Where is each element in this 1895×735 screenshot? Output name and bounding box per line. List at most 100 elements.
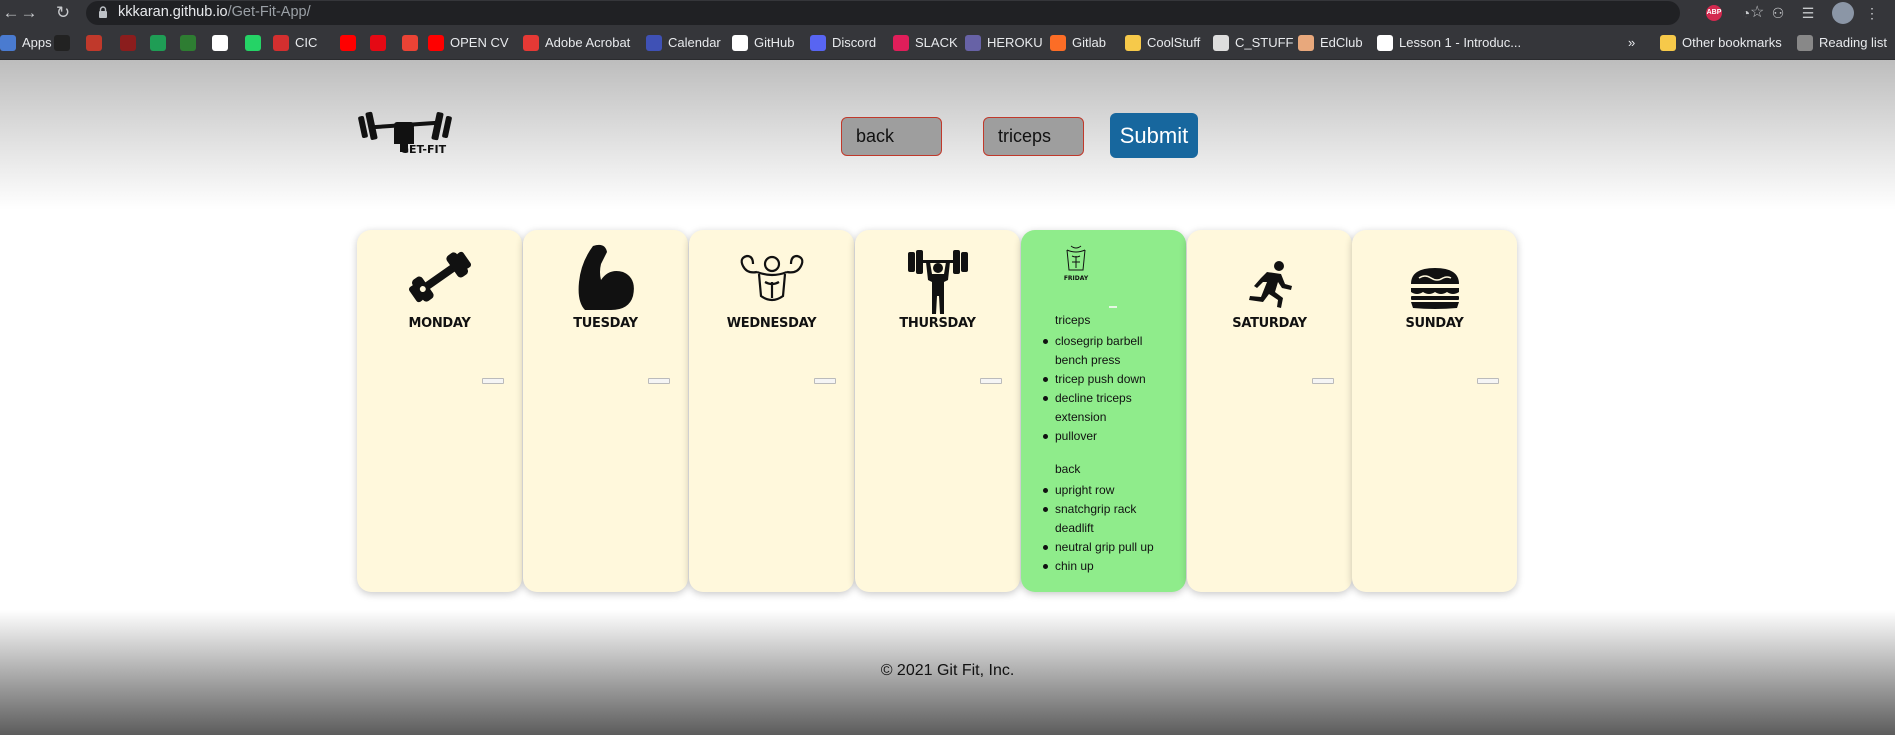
other-bookmarks[interactable]: Other bookmarks: [1660, 26, 1782, 60]
bookmark-item[interactable]: [54, 26, 76, 60]
menu-kebab-icon[interactable]: ⋮: [1862, 3, 1882, 23]
bookmark-item[interactable]: SLACK: [893, 26, 958, 60]
workout-list: triceps closegrip barbell bench press tr…: [1043, 311, 1165, 576]
bookmark-label: SLACK: [915, 35, 958, 50]
day-name: TUESDAY: [573, 316, 638, 331]
extension-clock-icon[interactable]: ◔: [1736, 3, 1756, 23]
bookmark-item[interactable]: OPEN CV: [428, 26, 509, 60]
url-text: kkkaran.github.io/Get-Fit-App/: [118, 4, 311, 20]
page-content: GET-FIT Submit MONDAY TUESDAY: [0, 60, 1895, 735]
reading-list-icon: [1797, 35, 1813, 51]
bookmark-item[interactable]: [150, 26, 172, 60]
bookmark-item[interactable]: [402, 26, 424, 60]
bookmark-item[interactable]: [245, 26, 267, 60]
day-card-monday[interactable]: MONDAY: [357, 230, 522, 592]
bookmark-item[interactable]: Adobe Acrobat: [523, 26, 630, 60]
reading-list[interactable]: Reading list: [1797, 26, 1887, 60]
day-card-friday[interactable]: FRIDAY triceps closegrip barbell bench p…: [1021, 230, 1186, 592]
bookmark-favicon-icon: [1125, 35, 1141, 51]
bookmark-item[interactable]: [86, 26, 108, 60]
bookmark-item[interactable]: CoolStuff: [1125, 26, 1200, 60]
flexed-arm-icon: [578, 244, 634, 310]
adblock-plus-icon[interactable]: ABP: [1706, 5, 1722, 21]
day-card-tuesday[interactable]: TUESDAY: [523, 230, 688, 592]
bookmark-favicon-icon: [1050, 35, 1066, 51]
bookmark-favicon-icon: [86, 35, 102, 51]
bookmark-favicon-icon: [180, 35, 196, 51]
browser-toolbar: ← → ↻ kkkaran.github.io/Get-Fit-App/ ☆ A…: [0, 0, 1895, 26]
broken-image-icon: [1312, 378, 1334, 384]
lock-icon: [99, 6, 107, 18]
bookmark-item[interactable]: C_STUFF: [1213, 26, 1294, 60]
bookmark-label: EdClub: [1320, 35, 1363, 50]
dumbbell-icon: [408, 251, 471, 303]
bookmark-favicon-icon: [402, 35, 418, 51]
bookmark-item[interactable]: [370, 26, 392, 60]
day-card-sunday[interactable]: SUNDAY: [1352, 230, 1517, 592]
profile-avatar[interactable]: [1832, 2, 1854, 24]
day-name: FRIDAY: [1063, 275, 1089, 282]
bookmarks-overflow[interactable]: »: [1628, 26, 1635, 60]
bookmark-favicon-icon: [273, 35, 289, 51]
reload-icon[interactable]: ↻: [52, 2, 74, 24]
bookmark-favicon-icon: [54, 35, 70, 51]
exercise-item: snatchgrip rack deadlift: [1043, 500, 1165, 538]
bookmark-label: Adobe Acrobat: [545, 35, 631, 50]
bookmark-label: HEROKU: [987, 35, 1043, 50]
bookmark-label: Discord: [832, 35, 877, 50]
exercise-item: tricep push down: [1043, 370, 1165, 389]
runner-icon: [1248, 261, 1292, 308]
broken-image-icon: [1109, 306, 1117, 308]
media-queue-icon[interactable]: ☰: [1798, 3, 1818, 23]
weightlifter-icon: [907, 250, 968, 314]
broken-image-icon: [648, 378, 670, 384]
exercise-item: neutral grip pull up: [1043, 538, 1165, 557]
bookmark-item[interactable]: Apps: [0, 26, 52, 60]
bookmark-favicon-icon: [893, 35, 909, 51]
exercise-list: closegrip barbell bench press tricep pus…: [1043, 332, 1165, 446]
bookmark-favicon-icon: [120, 35, 136, 51]
reading-list-label: Reading list: [1819, 35, 1887, 50]
bookmark-item[interactable]: CIC: [273, 26, 317, 60]
bookmark-item[interactable]: HEROKU: [965, 26, 1043, 60]
bookmark-item[interactable]: GitHub: [732, 26, 794, 60]
submit-button[interactable]: Submit: [1110, 113, 1198, 158]
bookmark-item[interactable]: Lesson 1 - Introduc...: [1377, 26, 1521, 60]
bookmark-label: OPEN CV: [450, 35, 509, 50]
torso-icon: [1066, 245, 1086, 271]
bookmark-favicon-icon: [810, 35, 826, 51]
address-bar[interactable]: kkkaran.github.io/Get-Fit-App/ ☆: [86, 1, 1764, 25]
bookmark-favicon-icon: [150, 35, 166, 51]
forward-arrow-icon[interactable]: →: [18, 2, 40, 24]
other-bookmarks-icon: [1660, 35, 1676, 51]
bookmark-favicon-icon: [370, 35, 386, 51]
bookmark-item[interactable]: EdClub: [1298, 26, 1363, 60]
muscle-group-input-1[interactable]: [841, 117, 942, 156]
bookmark-item[interactable]: [212, 26, 234, 60]
get-fit-logo: GET-FIT: [358, 111, 452, 156]
day-name: SATURDAY: [1232, 316, 1307, 331]
day-card-thursday[interactable]: THURSDAY: [855, 230, 1020, 592]
extensions-puzzle-icon[interactable]: ⚇: [1768, 3, 1788, 23]
bookmark-favicon-icon: [428, 35, 444, 51]
bookmark-label: CoolStuff: [1147, 35, 1201, 50]
bookmark-label: Lesson 1 - Introduc...: [1399, 35, 1522, 50]
bodybuilder-icon: [740, 254, 803, 302]
broken-image-icon: [814, 378, 836, 384]
bookmark-item[interactable]: [120, 26, 142, 60]
bookmark-favicon-icon: [1377, 35, 1393, 51]
bookmark-favicon-icon: [523, 35, 539, 51]
day-name: THURSDAY: [899, 316, 976, 331]
muscle-group-label: back: [1055, 462, 1081, 476]
footer-copyright: © 2021 Git Fit, Inc.: [880, 662, 1015, 679]
bookmark-item[interactable]: Gitlab: [1050, 26, 1106, 60]
day-name: SUNDAY: [1405, 316, 1464, 331]
muscle-group-input-2[interactable]: [983, 117, 1084, 156]
bookmark-item[interactable]: [340, 26, 362, 60]
bookmark-item[interactable]: [180, 26, 202, 60]
bookmark-item[interactable]: Discord: [810, 26, 876, 60]
bookmark-item[interactable]: Calendar: [646, 26, 721, 60]
day-card-wednesday[interactable]: WEDNESDAY: [689, 230, 854, 592]
exercise-item: pullover: [1043, 427, 1165, 446]
day-card-saturday[interactable]: SATURDAY: [1187, 230, 1352, 592]
